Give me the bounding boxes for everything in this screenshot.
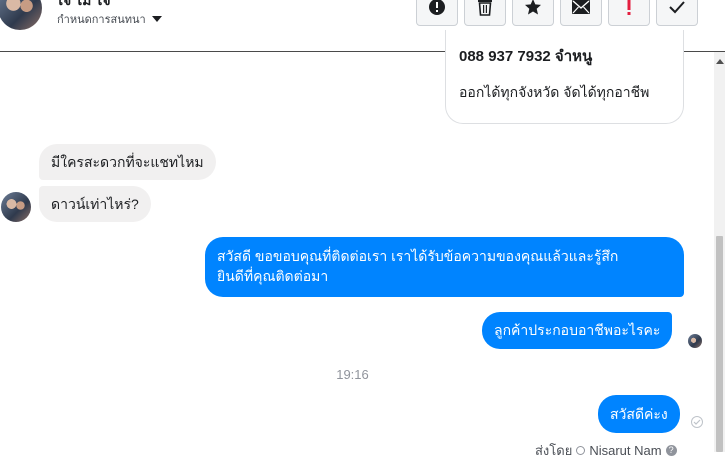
- outgoing-message[interactable]: สวัสดีค่ะง: [598, 395, 680, 433]
- spam-button[interactable]: [608, 0, 650, 26]
- scrollbar[interactable]: [714, 52, 725, 452]
- conversation-settings-label: กำหนดการสนทนา: [57, 14, 146, 26]
- check-icon: [669, 1, 685, 14]
- incoming-message[interactable]: ดาวน์เท่าไหร่?: [39, 186, 151, 222]
- delete-button[interactable]: [464, 0, 506, 26]
- exclamation-icon: [627, 0, 631, 15]
- card-description: ออกได้ทุกจังหวัด จัดได้ทุกอาชีพ: [459, 84, 650, 100]
- scroll-thumb[interactable]: [716, 236, 723, 452]
- outgoing-message[interactable]: ลูกค้าประกอบอาชีพอะไรคะ: [482, 312, 673, 349]
- contact-avatar-small[interactable]: [1, 192, 31, 222]
- mark-unread-button[interactable]: [560, 0, 602, 26]
- envelope-icon: [572, 0, 590, 14]
- caret-down-icon: [151, 16, 162, 22]
- message-line: ยินดีที่คุณติดต่อมา: [217, 268, 329, 284]
- sent-status-icon: [691, 416, 703, 428]
- star-button[interactable]: [512, 0, 554, 26]
- alert-circle-icon: [429, 0, 445, 15]
- outgoing-message[interactable]: สวัสดี ขอขอบคุณที่ติดต่อเรา เราได้รับข้อ…: [205, 237, 684, 297]
- help-icon[interactable]: ?: [665, 445, 677, 456]
- sent-by-label: ส่งโดย: [535, 443, 573, 458]
- mark-done-button[interactable]: [656, 0, 698, 26]
- report-button[interactable]: [416, 0, 458, 26]
- contact-avatar[interactable]: [0, 0, 42, 30]
- star-icon: [525, 0, 541, 15]
- shared-post-card[interactable]: 088 937 7932 จำหนู ออกได้ทุกจังหวัด จัดไ…: [445, 30, 684, 124]
- sender-name[interactable]: Nisarut Nam: [589, 443, 661, 458]
- message-timestamp: 19:16: [336, 367, 369, 382]
- conversation-settings-dropdown[interactable]: กำหนดการสนทนา: [57, 10, 162, 28]
- trash-icon: [478, 0, 492, 16]
- message-line: สวัสดี ขอขอบคุณที่ติดต่อเรา เราได้รับข้อ…: [217, 248, 619, 264]
- sent-by-info: ส่งโดย Nisarut Nam ?: [535, 440, 677, 461]
- incoming-message[interactable]: มีใครสะดวกที่จะแชทไหม: [39, 144, 216, 180]
- card-phone-text: 088 937 7932 จำหนู: [459, 48, 593, 65]
- scroll-up-arrow-icon[interactable]: [716, 59, 724, 64]
- sent-circle-icon: [576, 446, 586, 455]
- seen-avatar: [688, 334, 702, 348]
